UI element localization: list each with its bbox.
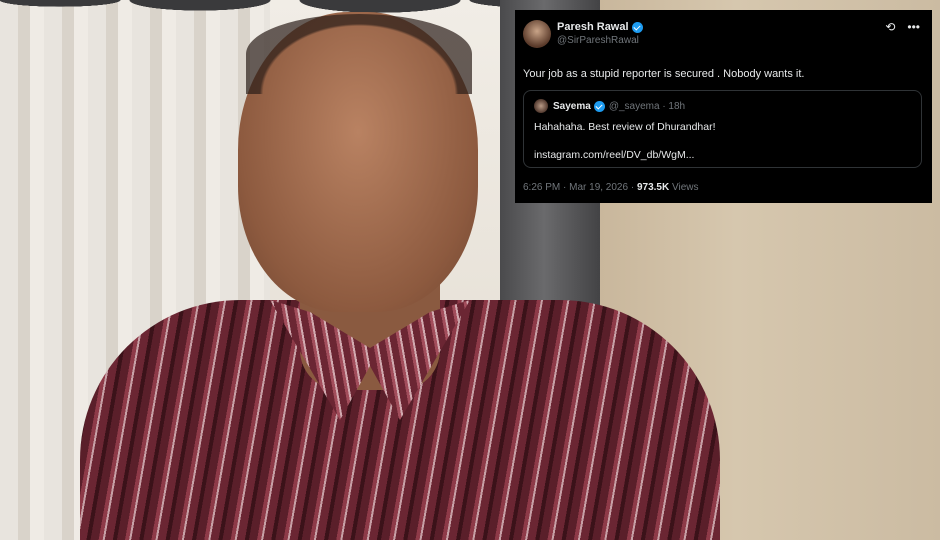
hair xyxy=(246,14,472,94)
author-name[interactable]: Paresh Rawal xyxy=(557,20,629,34)
author-handle[interactable]: @SirPareshRawal xyxy=(557,34,643,48)
author-block: Paresh Rawal @SirPareshRawal xyxy=(557,20,643,48)
more-options-icon[interactable]: ••• xyxy=(907,20,920,34)
tweet-actions: ⟲ ••• xyxy=(885,20,920,34)
tweet-text: Your job as a stupid reporter is secured… xyxy=(523,68,805,80)
tweet-time[interactable]: 6:26 PM · Mar 19, 2026 · xyxy=(523,182,637,193)
quoted-tweet[interactable]: Sayema @_sayema · 18h Hahahaha. Best rev… xyxy=(523,90,922,168)
author-avatar[interactable] xyxy=(523,20,551,48)
quoted-link[interactable]: instagram.com/reel/DV_db/WgM... xyxy=(534,149,911,161)
quoted-header: Sayema @_sayema · 18h xyxy=(534,99,911,113)
verified-badge-icon xyxy=(631,21,643,33)
quoted-name: Sayema xyxy=(553,100,591,112)
tweet-card: Paresh Rawal @SirPareshRawal ⟲ ••• Your … xyxy=(515,10,932,203)
tweet-header: Paresh Rawal @SirPareshRawal ⟲ ••• xyxy=(523,20,922,54)
quoted-handle: @_sayema · 18h xyxy=(608,100,686,112)
quoted-text: Hahahaha. Best review of Dhurandhar! xyxy=(534,121,716,133)
verified-badge-icon xyxy=(593,100,605,112)
grok-icon[interactable]: ⟲ xyxy=(885,20,895,34)
tweet-meta: 6:26 PM · Mar 19, 2026 · 973.5K Views xyxy=(523,182,922,193)
views-label: Views xyxy=(669,182,699,193)
view-count: 973.5K xyxy=(636,182,670,193)
quoted-avatar xyxy=(534,99,548,113)
